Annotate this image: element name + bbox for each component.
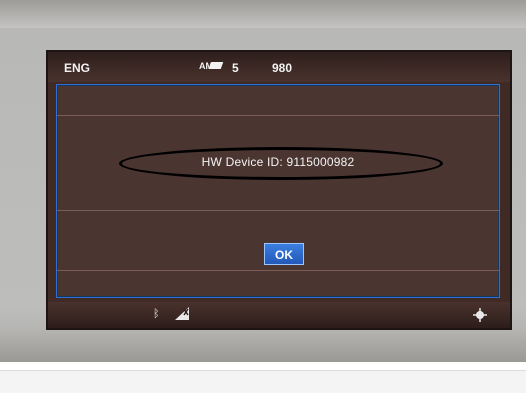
dialog-divider [57,270,499,271]
dialog-divider [57,115,499,116]
device-id-dialog: HW Device ID: 9115000982 OK [56,84,500,298]
status-bar: ENG AM 5 980 [48,52,510,82]
highlight-ellipse [119,147,443,180]
bezel-bottom-trim [0,330,526,362]
bluetooth-icon: ᛒ [153,308,160,320]
dialog-divider [57,210,499,211]
head-unit-bezel: ENG AM 5 980 HW Device ID: 9115000982 OK… [0,0,526,362]
page-background [0,370,526,393]
navigation-icon[interactable] [473,308,487,322]
signal-icon [175,307,189,320]
bezel-top-trim [0,0,526,28]
preset-number: 5 [232,61,239,75]
frequency-readout: 980 [272,61,293,75]
display-screen: ENG AM 5 980 HW Device ID: 9115000982 OK… [46,50,512,330]
language-indicator: ENG [64,61,91,75]
ok-button[interactable]: OK [264,243,304,265]
bottom-status-bar: ᛒ [48,302,510,328]
radio-band-icon [208,62,224,69]
